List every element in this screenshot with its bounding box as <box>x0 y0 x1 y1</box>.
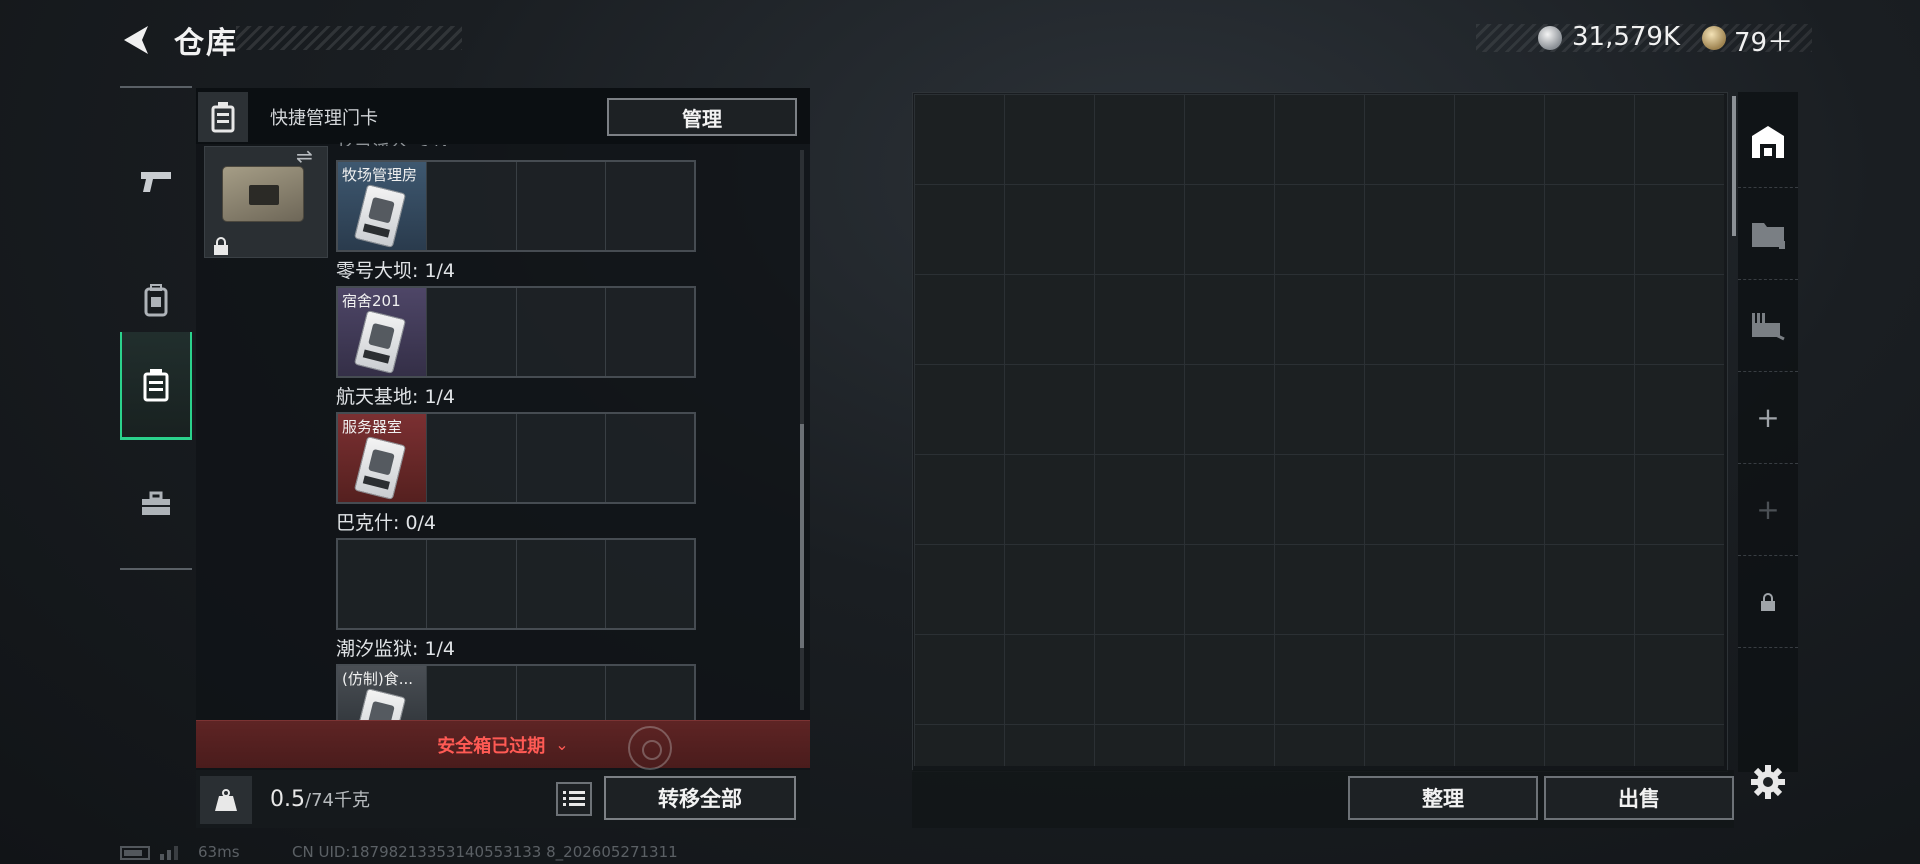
keycard-scrollbar-thumb[interactable] <box>800 424 804 648</box>
empty-slot[interactable] <box>427 288 517 376</box>
quick-manage-label: 快捷管理门卡 <box>270 108 378 129</box>
backpack-icon <box>144 284 168 317</box>
lock-icon <box>1761 592 1775 611</box>
ping-text: 63ms <box>198 843 240 861</box>
keycard-image <box>353 183 407 249</box>
empty-slot[interactable] <box>605 414 694 502</box>
storage-scrollbar[interactable] <box>1732 96 1736 236</box>
keycard-image <box>353 309 407 375</box>
keycard-case-header-icon <box>198 92 248 142</box>
empty-slot[interactable] <box>605 162 694 250</box>
weight-max: /74千克 <box>305 790 370 811</box>
row-label-cut: 长弓溪谷: 1/4 <box>336 138 449 146</box>
keycard-name: 服务器室 <box>342 418 403 436</box>
swap-icon[interactable]: ⇌ <box>296 144 313 168</box>
rail-item-weapons[interactable] <box>120 128 192 236</box>
rail-item-keycards[interactable] <box>120 332 192 440</box>
row-label: 航天基地: 1/4 <box>336 386 456 408</box>
empty-slot[interactable] <box>427 540 517 628</box>
empty-slot[interactable] <box>516 666 606 720</box>
tab-locked-storage <box>1738 556 1798 648</box>
row-label: 潮汐监狱: 1/4 <box>336 638 456 660</box>
uid-text: CN UID:18798213353140553133 8_2026052713… <box>292 843 678 861</box>
keycard-slot-row: 服务器室 <box>336 412 696 504</box>
sort-button[interactable]: 整理 <box>1348 776 1538 820</box>
keycard-slot-row: 宿舍201 <box>336 286 696 378</box>
keycard-case-icon <box>143 368 169 401</box>
back-arrow-icon[interactable] <box>118 22 152 58</box>
empty-slot[interactable] <box>516 162 606 250</box>
carry-weight: 0.5/74千克 <box>270 786 370 812</box>
empty-slot[interactable] <box>516 288 606 376</box>
toolbox-icon <box>142 491 170 515</box>
storage-grid[interactable] <box>914 94 1724 766</box>
keycard-slot[interactable]: 服务器室 <box>338 414 428 502</box>
tab-storage-box[interactable] <box>1738 188 1798 280</box>
page-title: 仓库 <box>174 26 238 61</box>
battery-icon <box>120 846 150 860</box>
lock-icon <box>214 237 228 255</box>
ammo-box-icon <box>1752 312 1785 340</box>
safebox-expired-banner[interactable]: 安全箱已过期 ⌄ <box>196 720 810 768</box>
keycard-name: 宿舍201 <box>342 292 401 310</box>
chevron-down-icon: ⌄ <box>555 735 569 754</box>
gear-icon[interactable] <box>1748 762 1788 802</box>
keycard-image <box>353 435 407 501</box>
sell-button[interactable]: 出售 <box>1544 776 1734 820</box>
silver-amount: 31,579K <box>1572 22 1681 52</box>
keycard-name: (仿制)食... <box>342 670 414 688</box>
tab-add-storage[interactable]: + <box>1738 372 1798 464</box>
empty-slot[interactable] <box>605 666 694 720</box>
manage-button[interactable]: 管理 <box>607 98 797 136</box>
keycard-slot[interactable]: (仿制)食... <box>338 666 428 720</box>
gold-amount[interactable]: 79＋ <box>1734 22 1793 59</box>
list-view-button[interactable] <box>556 782 592 816</box>
row-label: 零号大坝: 1/4 <box>336 260 456 282</box>
keycard-image <box>353 687 407 720</box>
empty-slot[interactable] <box>427 666 517 720</box>
target-reticle-icon <box>628 726 672 770</box>
silver-coin-icon <box>1538 26 1562 50</box>
tab-add-storage-disabled: + <box>1738 464 1798 556</box>
plus-icon: + <box>1756 493 1780 526</box>
empty-slot[interactable] <box>427 414 517 502</box>
transfer-all-button[interactable]: 转移全部 <box>604 776 796 820</box>
category-rail <box>120 86 192 570</box>
title-decoration <box>236 26 462 50</box>
empty-slot[interactable] <box>427 162 517 250</box>
row-label: 巴克什: 0/4 <box>336 512 437 534</box>
plus-icon: + <box>1756 401 1780 434</box>
folder-box-icon <box>1752 222 1785 249</box>
empty-slot[interactable] <box>516 540 606 628</box>
keycard-slot-row: (仿制)食... <box>336 664 696 720</box>
keycard-slot[interactable]: 牧场管理房 <box>338 162 428 250</box>
keycard-name: 牧场管理房 <box>342 166 418 184</box>
empty-slot[interactable] <box>516 414 606 502</box>
tab-main-storage[interactable] <box>1738 96 1798 188</box>
weight-current: 0.5 <box>270 787 305 812</box>
gold-coin-icon <box>1702 26 1726 50</box>
keycard-slot[interactable]: 宿舍201 <box>338 288 428 376</box>
keycard-holder-image <box>222 166 304 222</box>
empty-slot[interactable] <box>605 540 694 628</box>
keycard-slot-row: 牧场管理房 <box>336 160 696 252</box>
rail-item-tools[interactable] <box>120 450 192 558</box>
pistol-icon <box>141 172 171 192</box>
empty-slot[interactable] <box>605 288 694 376</box>
signal-icon <box>160 846 178 860</box>
weight-icon <box>200 776 252 824</box>
list-icon <box>563 791 585 806</box>
expired-text: 安全箱已过期 <box>437 735 546 757</box>
storage-icon <box>1752 125 1784 158</box>
empty-slot[interactable] <box>338 540 428 628</box>
keycard-slot-row <box>336 538 696 630</box>
tab-ammo-box[interactable] <box>1738 280 1798 372</box>
